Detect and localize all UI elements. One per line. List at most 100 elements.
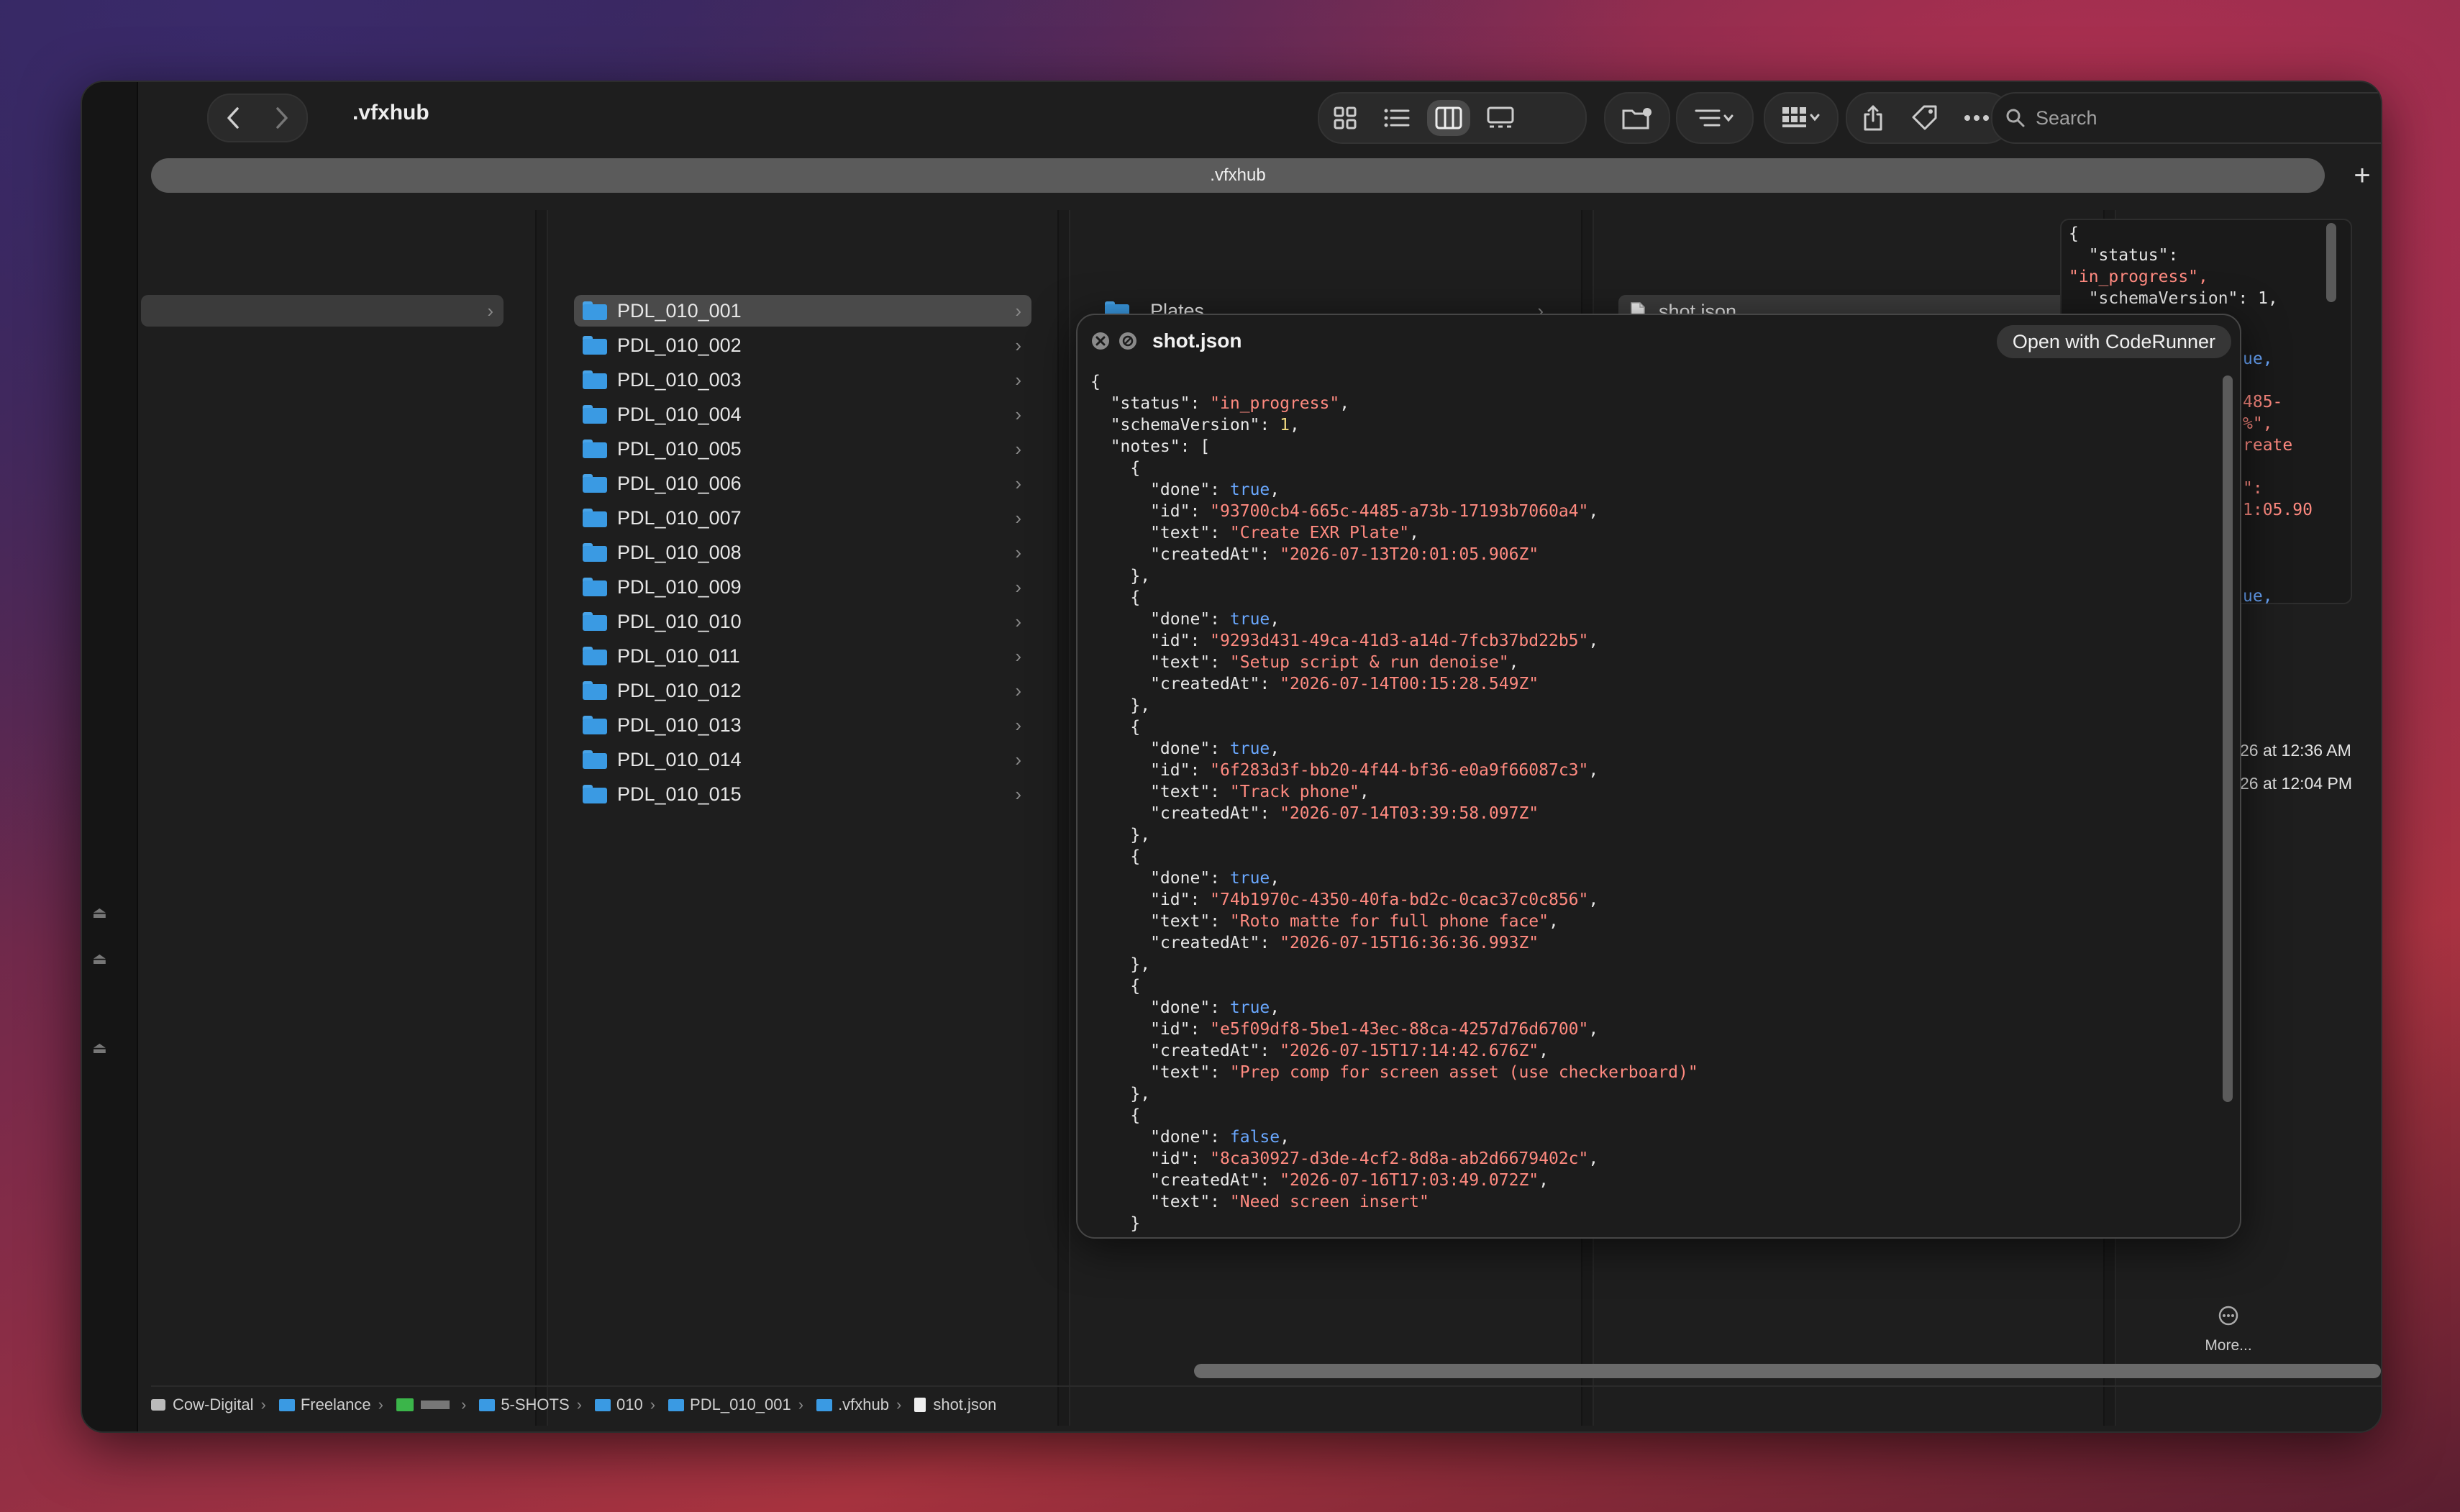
- close-icon: [1092, 332, 1109, 350]
- chevron-right-icon: ›: [1015, 334, 1021, 356]
- slash-circle-icon: [1119, 332, 1136, 350]
- folder-name: PDL_010_012: [617, 679, 742, 701]
- column-shots: PDL_010_001 › PDL_010_002 › PDL_010_003 › PDL_…: [574, 210, 1042, 1426]
- toolbar: .vfxhub Search: [137, 82, 2381, 152]
- breadcrumb-item[interactable]: 5-SHOTS ›: [479, 1395, 589, 1414]
- shot-folder-item[interactable]: PDL_010_008 ›: [574, 537, 1031, 568]
- folder-icon: [583, 785, 607, 803]
- folder-name: PDL_010_006: [617, 472, 742, 494]
- created-date: 26 at 12:36 AM: [2240, 741, 2351, 760]
- list-item[interactable]: ›: [141, 295, 504, 327]
- chevron-right-icon: ›: [1015, 368, 1021, 391]
- shot-folder-item[interactable]: PDL_010_005 ›: [574, 433, 1031, 465]
- shot-folder-item[interactable]: PDL_010_006 ›: [574, 468, 1031, 499]
- gallery-view-button[interactable]: [1475, 94, 1526, 142]
- folder-name: PDL_010_002: [617, 334, 742, 356]
- folder-icon: [583, 612, 607, 631]
- shot-folder-item[interactable]: PDL_010_014 ›: [574, 744, 1031, 775]
- more-label: More...: [2205, 1337, 2252, 1354]
- finder-window: ⏏ ⏏ ⏏ .vfxhub Search .vfxhub + › PDL_010…: [81, 81, 2382, 1433]
- tab-vfxhub[interactable]: .vfxhub: [151, 158, 2325, 193]
- shot-folder-item[interactable]: PDL_010_015 ›: [574, 778, 1031, 810]
- navigation-group: [207, 94, 308, 142]
- open-with-coderunner-button[interactable]: Open with CodeRunner: [1996, 325, 2231, 358]
- breadcrumb-item[interactable]: Cow-Digital ›: [151, 1395, 273, 1414]
- back-button[interactable]: [209, 95, 258, 141]
- folder-badge-icon: [1622, 108, 1652, 129]
- shot-folder-item[interactable]: PDL_010_002 ›: [574, 329, 1031, 361]
- tag-button[interactable]: [1899, 94, 1951, 142]
- folder-name: PDL_010_014: [617, 748, 742, 770]
- chevron-right-icon: ›: [1015, 541, 1021, 563]
- list-view-button[interactable]: [1371, 94, 1423, 142]
- chevron-right-icon: ›: [1015, 783, 1021, 805]
- forward-button[interactable]: [258, 95, 306, 141]
- arrange-button[interactable]: [1764, 92, 1839, 144]
- chevron-right-icon: [276, 107, 288, 129]
- breadcrumb-label: PDL_010_001: [690, 1395, 791, 1413]
- column-resizer[interactable]: [1057, 210, 1070, 1426]
- shot-folder-item[interactable]: PDL_010_004 ›: [574, 399, 1031, 430]
- modified-date: 26 at 12:04 PM: [2240, 774, 2352, 793]
- tag-icon: [396, 1398, 414, 1411]
- chevron-right-icon: ›: [1015, 472, 1021, 494]
- folder-icon: [583, 474, 607, 493]
- folder-icon: [583, 301, 607, 320]
- quick-look-scrollbar[interactable]: [2223, 375, 2233, 1102]
- shot-folder-item[interactable]: PDL_010_009 ›: [574, 571, 1031, 603]
- folder-icon: [583, 336, 607, 355]
- columns-icon: [1435, 106, 1462, 129]
- preview-scrollbar[interactable]: [2326, 223, 2336, 302]
- chevron-right-icon: ›: [1015, 437, 1021, 460]
- column-view-button[interactable]: [1427, 100, 1470, 136]
- shot-folder-item[interactable]: PDL_010_011 ›: [574, 640, 1031, 672]
- folder-name: PDL_010_013: [617, 714, 742, 736]
- eject-icon[interactable]: ⏏: [92, 903, 107, 922]
- chevron-right-icon: ›: [1015, 610, 1021, 632]
- close-button[interactable]: [1090, 331, 1111, 355]
- shot-folder-item[interactable]: PDL_010_010 ›: [574, 606, 1031, 637]
- breadcrumb-label: .vfxhub: [838, 1395, 889, 1413]
- arrange-grid-icon: [1782, 107, 1820, 127]
- folder-icon: [668, 1398, 685, 1411]
- chevron-right-icon: ›: [1015, 506, 1021, 529]
- group-by-button[interactable]: [1676, 92, 1754, 144]
- folder-name: PDL_010_009: [617, 575, 742, 598]
- folder-name: PDL_010_011: [617, 645, 740, 667]
- breadcrumb-item[interactable]: Freelance ›: [278, 1395, 391, 1414]
- breadcrumb-item[interactable]: 010 ›: [595, 1395, 662, 1414]
- tag-icon: [1912, 105, 1937, 130]
- new-tab-button[interactable]: +: [2343, 157, 2381, 194]
- icon-view-button[interactable]: [1319, 94, 1371, 142]
- chevron-right-icon: ›: [1015, 575, 1021, 598]
- chevron-right-icon: ›: [1015, 748, 1021, 770]
- column-resizer[interactable]: [535, 210, 548, 1426]
- breadcrumb-label: shot.json: [933, 1395, 997, 1413]
- eject-icon[interactable]: ⏏: [92, 949, 107, 968]
- folder-icon: [583, 370, 607, 389]
- breadcrumb-item[interactable]: PDL_010_001 ›: [668, 1395, 811, 1414]
- shot-folder-item[interactable]: PDL_010_013 ›: [574, 709, 1031, 741]
- horizontal-scrollbar[interactable]: [1194, 1364, 2381, 1378]
- search-field[interactable]: Search: [1991, 92, 2381, 144]
- breadcrumb-label: 010: [616, 1395, 643, 1413]
- folder-name: PDL_010_007: [617, 506, 742, 529]
- eject-icon[interactable]: ⏏: [92, 1039, 107, 1057]
- search-icon: [2006, 109, 2025, 127]
- breadcrumb-item[interactable]: shot.json: [914, 1395, 996, 1414]
- chevron-right-icon: ›: [1015, 403, 1021, 425]
- folder-icon: [479, 1398, 496, 1411]
- breadcrumb-item[interactable]: ›: [396, 1395, 473, 1414]
- path-bar: Cow-Digital › Freelance › › 5-SHOTS › 010 › PDL_0…: [151, 1385, 2381, 1423]
- folder-name: PDL_010_005: [617, 437, 742, 460]
- shot-folder-item[interactable]: PDL_010_003 ›: [574, 364, 1031, 396]
- new-folder-button[interactable]: [1604, 92, 1670, 144]
- shot-folder-item[interactable]: PDL_010_012 ›: [574, 675, 1031, 706]
- breadcrumb-item[interactable]: .vfxhub ›: [816, 1395, 908, 1414]
- list-icon: [1384, 109, 1410, 127]
- more-info-button[interactable]: More...: [2192, 1305, 2264, 1354]
- shot-folder-item[interactable]: PDL_010_001 ›: [574, 295, 1031, 327]
- disable-button[interactable]: [1118, 331, 1138, 355]
- shot-folder-item[interactable]: PDL_010_007 ›: [574, 502, 1031, 534]
- share-button[interactable]: [1847, 94, 1899, 142]
